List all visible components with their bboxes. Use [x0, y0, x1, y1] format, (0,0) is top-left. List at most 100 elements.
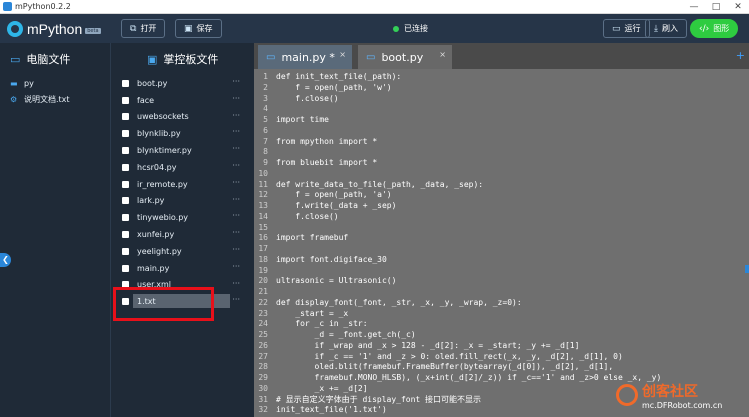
- line-number: 20: [258, 276, 268, 286]
- more-options-icon[interactable]: ···: [232, 195, 240, 204]
- code-line: 25 _d = _font.get_ch(_c): [254, 330, 749, 341]
- scrollbar-thumb[interactable]: [745, 265, 749, 273]
- close-tab-icon[interactable]: ×: [339, 50, 346, 59]
- code-text: def init_text_file(_path):: [276, 72, 402, 81]
- more-options-icon[interactable]: ···: [232, 94, 240, 103]
- board-file-item[interactable]: boot.py ···: [111, 75, 254, 92]
- board-file-item[interactable]: hcsr04.py ···: [111, 159, 254, 176]
- file-icon: ▭: [266, 51, 276, 63]
- code-line: 11 def write_data_to_file(_path, _data, _…: [254, 180, 749, 191]
- board-file-item[interactable]: uwebsockets ···: [111, 109, 254, 126]
- more-options-icon[interactable]: ···: [232, 295, 240, 304]
- more-options-icon[interactable]: ···: [232, 144, 240, 153]
- minimize-button[interactable]: —: [683, 2, 705, 12]
- more-options-icon[interactable]: ···: [232, 228, 240, 237]
- line-number: 26: [258, 340, 268, 350]
- code-text: f = open(_path, 'a'): [276, 190, 392, 200]
- more-options-icon[interactable]: ···: [232, 211, 240, 220]
- tab-boot-py[interactable]: ▭ boot.py ×: [358, 45, 452, 69]
- board-file-label: yeelight.py: [137, 246, 182, 256]
- maximize-button[interactable]: □: [705, 2, 727, 12]
- more-options-icon[interactable]: ···: [232, 178, 240, 187]
- line-number: 12: [258, 190, 268, 200]
- board-file-item[interactable]: tinywebio.py ···: [111, 209, 254, 226]
- computer-files-title: ▭ 电脑文件: [10, 52, 71, 67]
- code-line: 21: [254, 287, 749, 298]
- file-icon: [122, 197, 129, 205]
- code-line: 6: [254, 126, 749, 137]
- code-text: def display_font(_font, _str, _x, _y, _w…: [276, 297, 522, 307]
- line-number: 17: [258, 244, 268, 253]
- code-line: 13 f.write(_data + _sep): [254, 201, 749, 212]
- line-number: 9: [263, 158, 268, 167]
- board-file-item[interactable]: blynktimer.py ···: [111, 142, 254, 159]
- code-editor[interactable]: ▭ main.py * × ▭ boot.py × + 1 def init_te…: [254, 43, 749, 417]
- more-options-icon[interactable]: ···: [232, 245, 240, 254]
- run-button[interactable]: ▭ 运行: [603, 19, 650, 38]
- more-options-icon[interactable]: ···: [232, 262, 240, 271]
- add-tab-button[interactable]: +: [736, 49, 745, 62]
- graph-label: 图形: [713, 24, 730, 33]
- open-label: 打开: [140, 24, 157, 33]
- board-file-item[interactable]: main.py ···: [111, 260, 254, 277]
- file-icon: [122, 264, 129, 272]
- board-file-label: ir_remote.py: [137, 179, 188, 189]
- more-options-icon[interactable]: ···: [232, 279, 240, 288]
- title-bar: mPython0.2.2 — □ ✕: [0, 0, 749, 14]
- close-window-button[interactable]: ✕: [727, 2, 749, 12]
- more-options-icon[interactable]: ···: [232, 77, 240, 86]
- board-file-item[interactable]: lark.py ···: [111, 193, 254, 210]
- line-number: 18: [258, 254, 268, 264]
- board-file-item[interactable]: yeelight.py ···: [111, 243, 254, 260]
- flash-button[interactable]: ⤓ 刷入: [645, 19, 687, 38]
- run-label: 运行: [624, 24, 641, 33]
- board-file-item[interactable]: ir_remote.py ···: [111, 176, 254, 193]
- code-line: 5 import time: [254, 115, 749, 126]
- code-line: 12 f = open(_path, 'a'): [254, 190, 749, 201]
- board-icon: ▣: [147, 52, 158, 66]
- code-line: 17: [254, 244, 749, 255]
- pc-item-py-folder[interactable]: ▬ py: [0, 75, 110, 91]
- folder-icon: ▬: [10, 78, 18, 88]
- close-tab-icon[interactable]: ×: [439, 50, 446, 59]
- save-button[interactable]: ▣ 保存: [175, 19, 222, 38]
- code-line: 28 oled.blit(framebuf.FrameBuffer(bytear…: [254, 362, 749, 373]
- line-number: 19: [258, 265, 268, 275]
- graph-mode-button[interactable]: ‹/› 图形: [690, 19, 739, 38]
- board-file-label: blynktimer.py: [137, 146, 192, 156]
- pc-item-readme[interactable]: ⚙ 说明文档.txt: [0, 91, 110, 107]
- code-area[interactable]: 1 def init_text_file(_path): 2 f = open(_p…: [254, 69, 749, 416]
- code-line: 8: [254, 147, 749, 158]
- flash-icon: ⤓: [654, 23, 658, 34]
- line-number: 6: [263, 125, 268, 135]
- file-icon: [122, 214, 129, 222]
- code-line: 16 import framebuf: [254, 233, 749, 244]
- code-icon: ‹/›: [699, 23, 710, 34]
- code-text: import time: [276, 115, 329, 124]
- line-number: 31: [258, 394, 268, 404]
- file-icon: [122, 147, 129, 155]
- board-file-item[interactable]: face ···: [111, 92, 254, 109]
- tab-main-py[interactable]: ▭ main.py * ×: [258, 45, 352, 69]
- logo-icon: [7, 20, 23, 37]
- open-button[interactable]: ⧉ 打开: [121, 19, 166, 38]
- flash-label: 刷入: [661, 24, 678, 33]
- line-number: 5: [263, 115, 268, 124]
- code-text: _start = _x: [276, 308, 349, 318]
- more-options-icon[interactable]: ···: [232, 111, 240, 120]
- board-file-label: boot.py: [137, 78, 168, 88]
- board-file-label: main.py: [137, 263, 170, 273]
- more-options-icon[interactable]: ···: [232, 127, 240, 136]
- board-file-item[interactable]: xunfei.py ···: [111, 226, 254, 243]
- more-options-icon[interactable]: ···: [232, 161, 240, 170]
- line-number: 8: [263, 147, 268, 157]
- beta-badge: beta: [85, 28, 101, 34]
- file-icon: [122, 231, 129, 239]
- line-number: 32: [258, 405, 268, 415]
- file-icon: ▭: [366, 51, 376, 63]
- save-label: 保存: [196, 24, 213, 33]
- board-file-item[interactable]: blynklib.py ···: [111, 125, 254, 142]
